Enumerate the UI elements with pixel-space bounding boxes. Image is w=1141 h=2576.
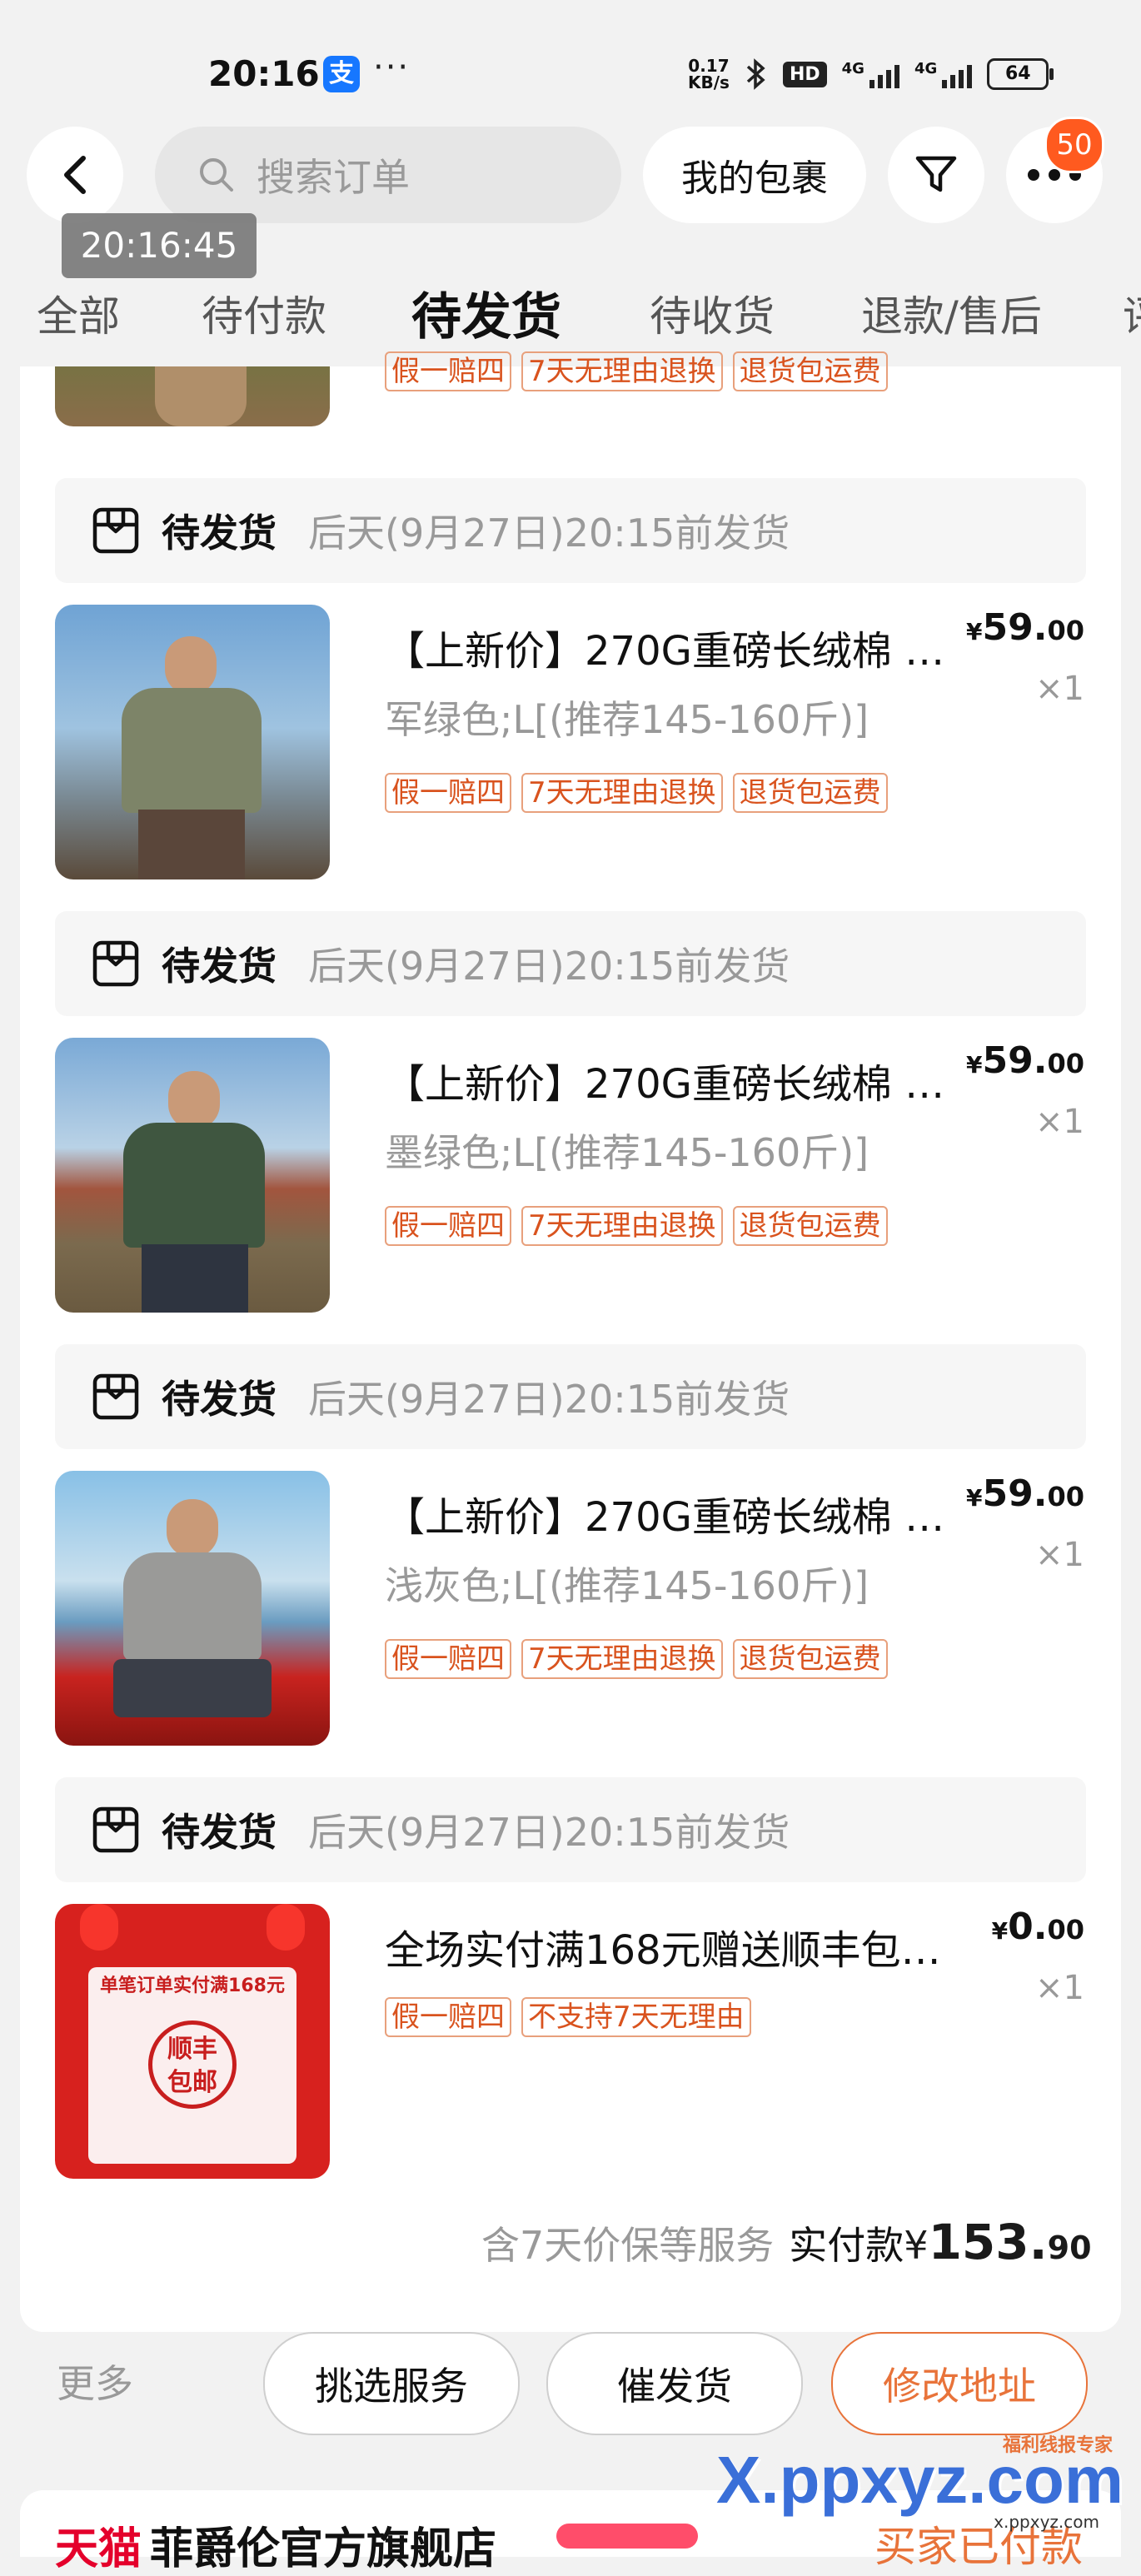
promo-heading: 单笔订单实付满168元 (100, 1976, 285, 1996)
status-icons: 0.17 KB/s HD 4G 4G 64 (688, 53, 1054, 95)
product-spec: 墨绿色;L[(推荐145-160斤)] (385, 1130, 869, 1175)
promo-stamp: 顺丰 包邮 (148, 2020, 237, 2109)
service-tag: 假一赔四 (385, 773, 511, 813)
service-tags: 假一赔四 不支持7天无理由 (385, 1997, 751, 2037)
ship-deadline: 后天(9月27日)20:15前发货 (308, 1810, 790, 1855)
package-icon (92, 1373, 139, 1420)
service-tag: 退货包运费 (732, 773, 888, 813)
service-tag: 7天无理由退换 (521, 1206, 723, 1246)
alipay-icon: 支 (323, 56, 360, 92)
tab-unpaid[interactable]: 待付款 (202, 283, 326, 343)
signal-icon: 4G (914, 60, 973, 88)
signal-icon: 4G (842, 60, 899, 88)
product-title[interactable]: 【上新价】270G重磅长绒棉 … (385, 1484, 984, 1542)
tab-all[interactable]: 全部 (37, 283, 120, 343)
package-icon (92, 1806, 139, 1853)
product-image[interactable] (55, 605, 330, 879)
order-status: 待发货 (162, 511, 277, 556)
product-price: ¥59.00 (966, 1472, 1084, 1515)
order-status: 待发货 (162, 1810, 277, 1855)
service-tags: 假一赔四 7天无理由退换 退货包运费 (385, 351, 888, 391)
product-title[interactable]: 【上新价】270G重磅长绒棉 … (385, 618, 984, 676)
tab-to-receive[interactable]: 待收货 (650, 283, 775, 343)
tab-refund[interactable]: 退款/售后 (861, 283, 1042, 343)
service-tags: 假一赔四 7天无理由退换 退货包运费 (385, 1206, 888, 1246)
service-tag: 假一赔四 (385, 1997, 511, 2037)
product-spec: 军绿色;L[(推荐145-160斤)] (385, 697, 869, 742)
service-tags: 假一赔四 7天无理由退换 退货包运费 (385, 773, 888, 813)
hd-icon: HD (782, 61, 827, 87)
product-quantity: ×1 (1035, 670, 1084, 708)
service-tag: 退货包运费 (732, 351, 888, 391)
product-quantity: ×1 (1035, 1103, 1084, 1141)
status-time: 20:16 (208, 53, 320, 94)
product-title[interactable]: 全场实付满168元赠送顺丰包… (385, 1917, 984, 1976)
product-title[interactable]: 【上新价】270G重磅长绒棉 … (385, 1051, 984, 1109)
service-tag: 假一赔四 (385, 1206, 511, 1246)
service-tag: 7天无理由退换 (521, 773, 723, 813)
product-price: ¥0.00 (991, 1906, 1084, 1948)
shipping-status-row: 待发货 后天(9月27日)20:15前发货 (55, 911, 1086, 1016)
ship-deadline: 后天(9月27日)20:15前发货 (308, 944, 790, 989)
total-note: 含7天价保等服务 (481, 2223, 775, 2268)
battery-icon: 64 (987, 58, 1054, 90)
service-tag: 7天无理由退换 (521, 1639, 723, 1679)
message-badge: 50 (1044, 117, 1104, 173)
search-icon (200, 158, 233, 192)
urge-shipping-button[interactable]: 催发货 (546, 2332, 803, 2435)
service-tag: 假一赔四 (385, 351, 511, 391)
watermark: 福利线报专家 X.ppxyz.com x.ppxyz.com (716, 2435, 1124, 2532)
search-placeholder: 搜索订单 (257, 155, 410, 200)
search-input[interactable]: 搜索订单 (155, 127, 621, 223)
service-tags: 假一赔四 7天无理由退换 退货包运费 (385, 1639, 888, 1679)
product-price: ¥59.00 (966, 606, 1084, 649)
filter-icon (915, 156, 957, 192)
service-tag: 退货包运费 (732, 1206, 888, 1246)
shipping-status-row: 待发货 后天(9月27日)20:15前发货 (55, 1344, 1086, 1449)
filter-button[interactable] (888, 127, 984, 223)
order-card[interactable]: 假一赔四 7天无理由退换 退货包运费 待发货 后天(9月27日)20:15前发货… (20, 351, 1121, 2332)
package-icon (92, 507, 139, 554)
back-button[interactable] (27, 127, 123, 223)
total-label: 实付款 (789, 2223, 904, 2268)
product-quantity: ×1 (1035, 1969, 1084, 2007)
product-spec: 浅灰色;L[(推荐145-160斤)] (385, 1563, 869, 1608)
ship-deadline: 后天(9月27日)20:15前发货 (308, 1377, 790, 1422)
shipping-status-row: 待发货 后天(9月27日)20:15前发货 (55, 1777, 1086, 1882)
product-image[interactable] (55, 1471, 330, 1746)
net-speed: 0.17 KB/s (688, 56, 730, 92)
order-total: 含7天价保等服务 实付款¥153.90 (481, 2214, 1092, 2270)
select-service-button[interactable]: 挑选服务 (263, 2332, 520, 2435)
order-tabs: 全部 待付款 待发货 待收货 退款/售后 评 (0, 275, 1141, 358)
tab-review[interactable]: 评 (1123, 283, 1141, 343)
bluetooth-icon (746, 58, 765, 90)
service-tag: 假一赔四 (385, 1639, 511, 1679)
order-status: 待发货 (162, 1377, 277, 1422)
package-icon (92, 940, 139, 987)
ship-deadline: 后天(9月27日)20:15前发货 (308, 511, 790, 556)
product-price: ¥59.00 (966, 1039, 1084, 1082)
time-tooltip: 20:16:45 (62, 213, 257, 278)
shipping-status-row: 待发货 后天(9月27日)20:15前发货 (55, 478, 1086, 583)
order-status: 待发货 (162, 944, 277, 989)
service-tag: 退货包运费 (732, 1639, 888, 1679)
product-image[interactable] (55, 1038, 330, 1313)
more-link[interactable]: 更多 (57, 2354, 133, 2409)
chevron-left-icon (64, 156, 86, 194)
service-tag: 7天无理由退换 (521, 351, 723, 391)
shop-tag (556, 2524, 698, 2549)
service-tag: 不支持7天无理由 (521, 1997, 751, 2037)
my-packages-button[interactable]: 我的包裹 (643, 127, 866, 223)
shop-name[interactable]: 天猫 菲爵伦官方旗舰店 (55, 2514, 496, 2576)
status-more-icon: ··· (373, 48, 411, 87)
tab-to-ship[interactable]: 待发货 (411, 277, 561, 349)
modify-address-button[interactable]: 修改地址 (831, 2332, 1088, 2435)
promo-image[interactable]: 单笔订单实付满168元 顺丰 包邮 (55, 1904, 330, 2179)
product-quantity: ×1 (1035, 1536, 1084, 1574)
